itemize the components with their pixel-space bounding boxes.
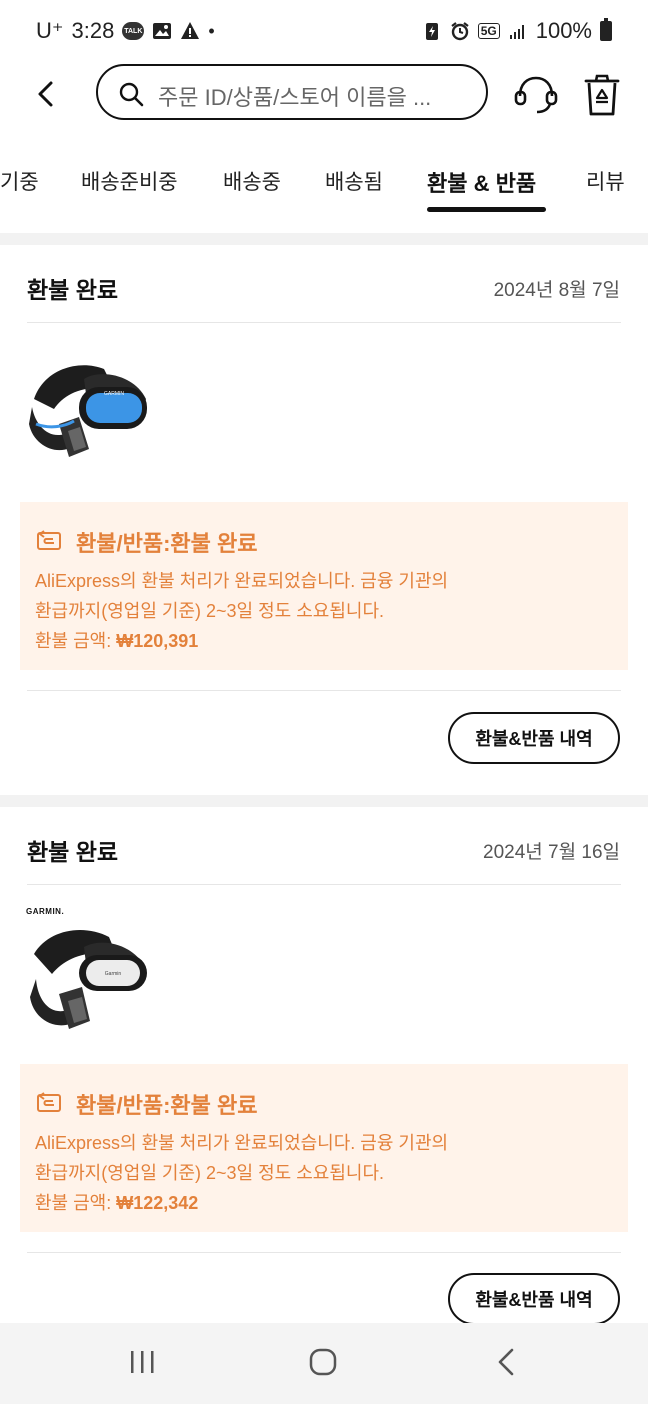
order-card: 환불 완료 2024년 8월 7일 GARMIN 환불/반품:환불 완료 Ali…	[0, 245, 648, 795]
refund-amount-row: 환불 금액: ₩120,391	[35, 626, 595, 656]
network-label: 5G	[477, 23, 500, 39]
refund-notice-text: AliExpress의 환불 처리가 완료되었습니다. 금융 기관의 환급까지(…	[35, 1128, 595, 1218]
recycle-bin-icon[interactable]	[580, 72, 624, 118]
system-navigation-bar	[0, 1323, 648, 1404]
product-image[interactable]: Garmin	[24, 919, 154, 1039]
battery-percent: 100%	[535, 18, 592, 43]
svg-text:Garmin: Garmin	[105, 971, 122, 977]
refund-notice-title: 환불/반품:환불 완료	[76, 1093, 258, 1118]
tab-pending[interactable]: 기중	[0, 166, 39, 196]
refund-history-button[interactable]: 환불&반품 내역	[448, 712, 620, 764]
battery-saver-icon	[425, 23, 438, 40]
refund-notice-line: AliExpress의 환불 처리가 완료되었습니다. 금융 기관의	[35, 571, 449, 591]
refund-amount-row: 환불 금액: ₩122,342	[35, 1188, 595, 1218]
back-arrow-icon[interactable]	[26, 74, 66, 114]
home-icon[interactable]	[303, 1345, 343, 1381]
divider	[27, 690, 621, 691]
section-separator	[0, 233, 648, 245]
warning-icon	[181, 22, 200, 39]
alarm-icon	[451, 22, 469, 41]
carrier-label: U⁺	[36, 18, 64, 43]
refund-icon	[37, 1092, 61, 1112]
refund-icon	[37, 530, 61, 550]
order-date: 2024년 7월 16일	[483, 842, 620, 863]
refund-notice-text: AliExpress의 환불 처리가 완료되었습니다. 금융 기관의 환급까지(…	[35, 566, 595, 656]
status-bar: U⁺ 3:28 TALK • 5G 100%	[0, 0, 648, 62]
customer-support-icon[interactable]	[512, 70, 560, 118]
status-bar-left: U⁺ 3:28 TALK •	[36, 18, 215, 44]
refund-notice-line: 환급까지(영업일 기준) 2~3일 정도 소요됩니다.	[35, 601, 385, 621]
refund-amount: ₩122,342	[116, 1193, 199, 1213]
active-tab-indicator	[427, 207, 546, 212]
order-status: 환불 완료	[27, 277, 119, 303]
search-placeholder: 주문 ID/상품/스토어 이름을 ...	[158, 85, 432, 110]
clock: 3:28	[71, 18, 115, 43]
refund-notice-title: 환불/반품:환불 완료	[76, 531, 258, 556]
gallery-icon	[153, 23, 172, 39]
svg-text:GARMIN: GARMIN	[104, 391, 124, 397]
dot-icon: •	[208, 20, 215, 41]
order-status-tabs: 기중 배송준비중 배송중 배송됨 환불 & 반품 리뷰	[0, 150, 648, 220]
order-card: 환불 완료 2024년 7월 16일 GARMIN. Garmin 환불/반품:…	[0, 807, 648, 1325]
refund-notice-line: AliExpress의 환불 처리가 완료되었습니다. 금융 기관의	[35, 1133, 449, 1153]
top-bar: 주문 ID/상품/스토어 이름을 ...	[0, 62, 648, 128]
status-bar-right: 5G 100%	[422, 18, 612, 44]
order-date: 2024년 8월 7일	[493, 280, 620, 301]
tab-review[interactable]: 리뷰	[586, 166, 625, 196]
signal-icon	[509, 25, 524, 39]
refund-notice-line: 환급까지(영업일 기준) 2~3일 정도 소요됩니다.	[35, 1163, 385, 1183]
recent-apps-icon[interactable]	[122, 1345, 162, 1381]
tab-shipping[interactable]: 배송중	[223, 166, 281, 196]
divider	[27, 884, 621, 885]
divider	[27, 1252, 621, 1253]
tab-preparing[interactable]: 배송준비중	[81, 166, 178, 196]
kakaotalk-icon: TALK	[122, 22, 145, 40]
product-image[interactable]: GARMIN	[24, 349, 154, 469]
battery-icon	[600, 18, 612, 41]
refund-amount: ₩120,391	[116, 631, 199, 651]
tab-refund-return[interactable]: 환불 & 반품	[427, 166, 536, 198]
search-icon	[119, 82, 144, 107]
refund-amount-label: 환불 금액:	[35, 631, 117, 651]
search-input[interactable]: 주문 ID/상품/스토어 이름을 ...	[96, 64, 488, 120]
brand-label: GARMIN.	[26, 907, 65, 916]
refund-history-button[interactable]: 환불&반품 내역	[448, 1273, 620, 1325]
refund-amount-label: 환불 금액:	[35, 1193, 117, 1213]
refund-notice: 환불/반품:환불 완료 AliExpress의 환불 처리가 완료되었습니다. …	[20, 1064, 628, 1232]
back-icon[interactable]	[486, 1345, 526, 1381]
section-separator	[0, 795, 648, 807]
refund-notice: 환불/반품:환불 완료 AliExpress의 환불 처리가 완료되었습니다. …	[20, 502, 628, 670]
divider	[27, 322, 621, 323]
tab-delivered[interactable]: 배송됨	[325, 166, 383, 196]
order-status: 환불 완료	[27, 839, 119, 865]
